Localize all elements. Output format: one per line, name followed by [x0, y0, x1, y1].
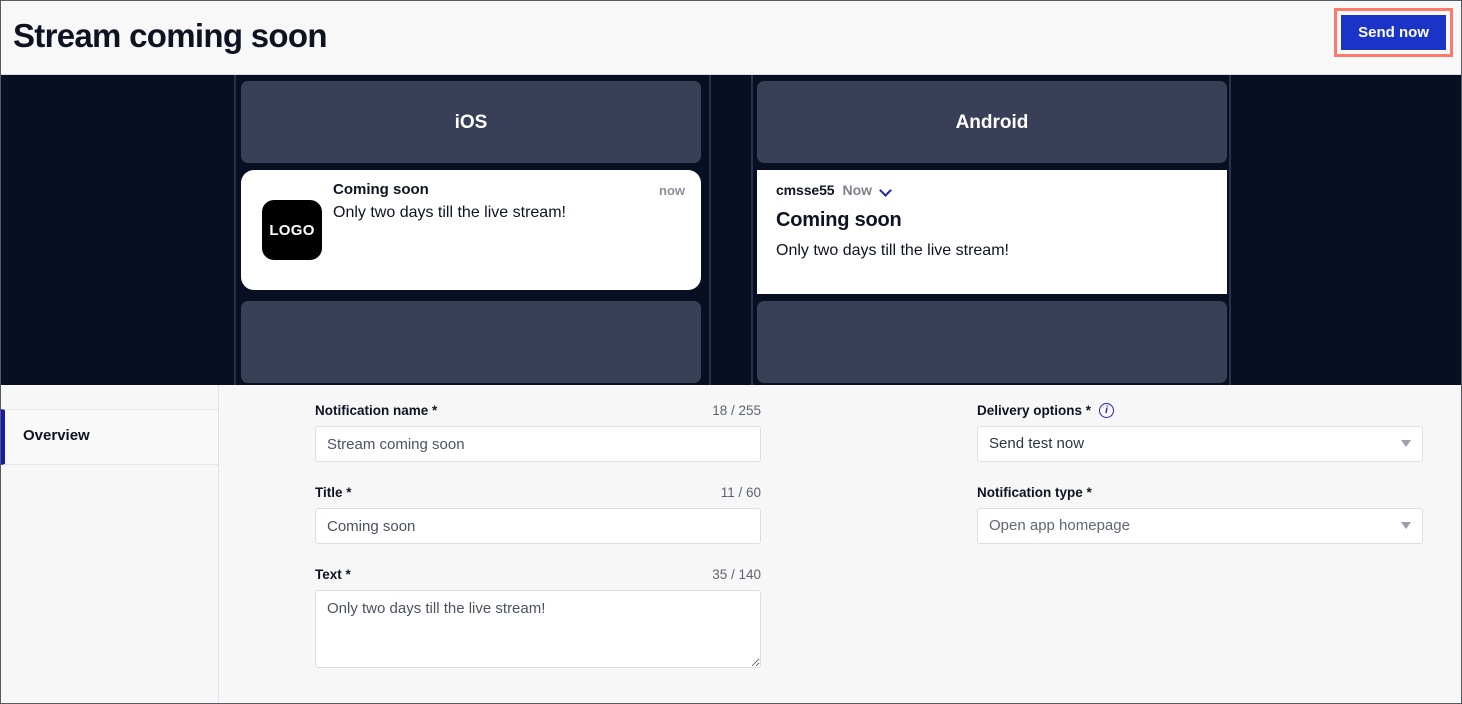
- character-counter: 35 / 140: [712, 566, 761, 582]
- field-title: Title * 11 / 60: [315, 483, 761, 544]
- field-label: Title *: [315, 484, 352, 500]
- android-platform-header: Android: [757, 81, 1227, 163]
- page-title: Stream coming soon: [13, 17, 327, 54]
- delivery-options-select-wrap: Send test now: [977, 426, 1423, 462]
- send-now-button[interactable]: Send now: [1341, 15, 1446, 50]
- field-header: Text * 35 / 140: [315, 565, 761, 583]
- field-label: Delivery options * i: [977, 402, 1115, 418]
- preview-divider-left: [234, 75, 236, 385]
- ios-platform-label: iOS: [454, 112, 488, 133]
- notification-type-select-wrap: Open app homepage: [977, 508, 1423, 544]
- field-delivery-options: Delivery options * i Send test now: [977, 401, 1423, 462]
- field-header: Notification type *: [977, 483, 1423, 501]
- field-header: Notification name * 18 / 255: [315, 401, 761, 419]
- notification-type-select[interactable]: Open app homepage: [977, 508, 1423, 544]
- info-icon[interactable]: i: [1099, 402, 1115, 418]
- field-label-text: Delivery options *: [977, 402, 1092, 418]
- field-label: Text *: [315, 566, 351, 582]
- field-label: Notification name *: [315, 402, 438, 418]
- send-now-highlight-annotation: Send now: [1334, 8, 1453, 57]
- notification-name-input[interactable]: [315, 426, 761, 462]
- ios-notification-title: Coming soon: [333, 181, 429, 198]
- preview-divider-mid-a: [709, 75, 711, 385]
- notification-form: Notification name * 18 / 255 Title * 11 …: [219, 385, 1461, 703]
- text-textarea[interactable]: Only two days till the live stream!: [315, 590, 761, 668]
- field-text: Text * 35 / 140 Only two days till the l…: [315, 565, 761, 668]
- field-header: Title * 11 / 60: [315, 483, 761, 501]
- field-header: Delivery options * i: [977, 401, 1423, 419]
- field-notification-name: Notification name * 18 / 255: [315, 401, 761, 462]
- android-notification-card: cmsse55 Now Coming soon Only two days ti…: [757, 170, 1227, 294]
- android-notification-time: Now: [842, 182, 873, 198]
- android-notification-body: Only two days till the live stream!: [776, 242, 1009, 259]
- ios-preview-column: iOS LOGO Coming soon now Only two days t…: [241, 75, 701, 385]
- ios-notification-time: now: [659, 183, 685, 198]
- chevron-down-icon[interactable]: [880, 185, 892, 197]
- field-label: Notification type *: [977, 484, 1092, 500]
- preview-divider-mid-b: [751, 75, 753, 385]
- app-window: Stream coming soon Send now iOS LOGO Com…: [0, 0, 1462, 704]
- android-preview-column: Android cmsse55 Now Coming soon Only two…: [757, 75, 1227, 385]
- ios-notification-card: LOGO Coming soon now Only two days till …: [241, 170, 701, 290]
- android-placeholder-block: [757, 301, 1227, 383]
- character-counter: 18 / 255: [712, 402, 761, 418]
- android-notification-meta: cmsse55 Now: [776, 182, 892, 198]
- android-app-name: cmsse55: [776, 182, 835, 198]
- ios-platform-header: iOS: [241, 81, 701, 163]
- field-notification-type: Notification type * Open app homepage: [977, 483, 1423, 544]
- notification-preview-strip: iOS LOGO Coming soon now Only two days t…: [1, 75, 1461, 385]
- title-input[interactable]: [315, 508, 761, 544]
- ios-app-logo: LOGO: [262, 200, 322, 260]
- android-notification-title: Coming soon: [776, 209, 902, 231]
- sidebar-item-label: Overview: [23, 427, 90, 444]
- sidebar: Overview: [1, 385, 219, 703]
- delivery-options-select[interactable]: Send test now: [977, 426, 1423, 462]
- character-counter: 11 / 60: [720, 484, 761, 500]
- ios-placeholder-block: [241, 301, 701, 383]
- editor-section: Overview Notification name * 18 / 255 Ti…: [1, 385, 1461, 703]
- android-platform-label: Android: [955, 112, 1029, 133]
- preview-divider-right: [1229, 75, 1231, 385]
- sidebar-item-overview[interactable]: Overview: [1, 409, 218, 465]
- top-header-bar: Stream coming soon Send now: [1, 1, 1461, 75]
- ios-notification-body: Only two days till the live stream!: [333, 204, 566, 221]
